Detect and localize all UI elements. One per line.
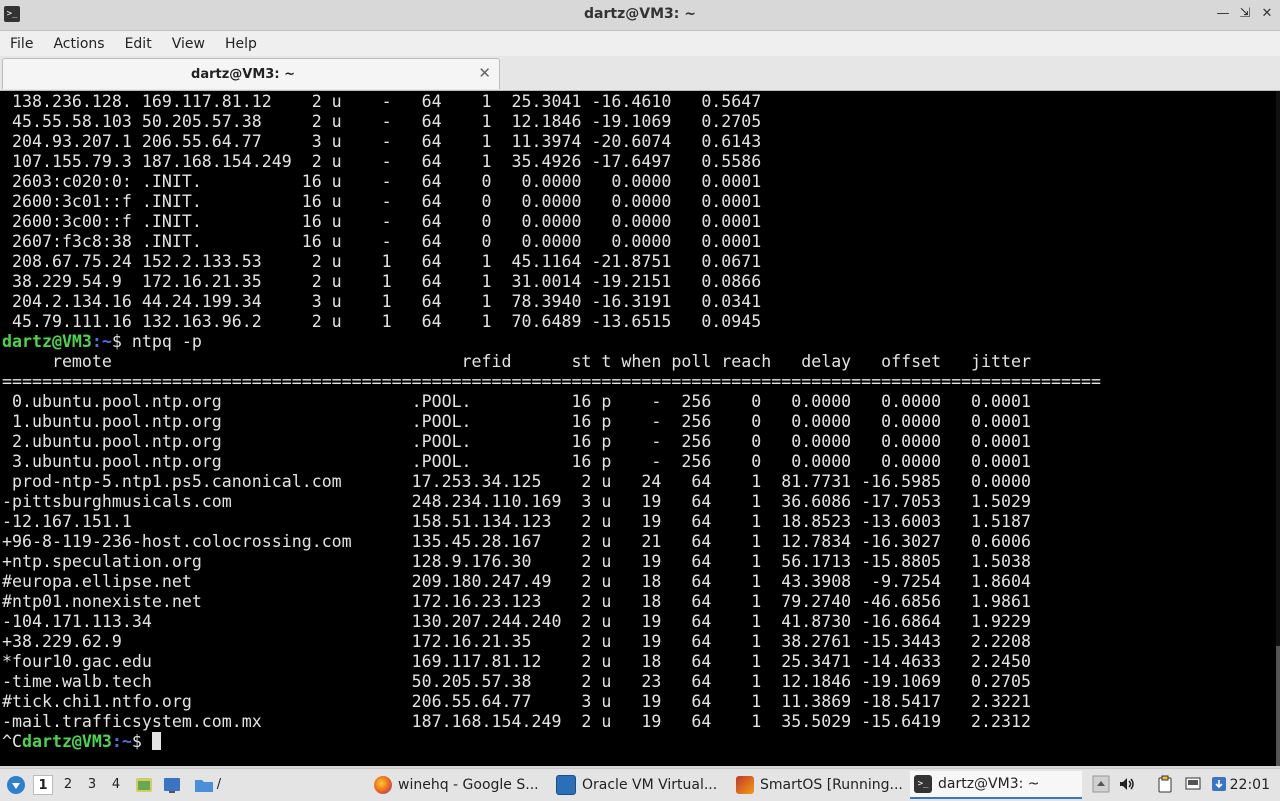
menu-edit[interactable]: Edit — [115, 36, 162, 52]
terminal-line: 3.ubuntu.pool.ntp.org .POOL. 16 p - 256 … — [2, 452, 1031, 471]
smartos-vm-icon — [736, 776, 754, 794]
terminal-line: -mail.trafficsystem.com.mx 187.168.154.2… — [2, 712, 1031, 731]
terminal-line: -time.walb.tech 50.205.57.38 2 u 23 64 1… — [2, 672, 1031, 691]
terminal-line: #tick.chi1.ntfo.org 206.55.64.77 3 u 19 … — [2, 692, 1031, 711]
start-menu-icon[interactable] — [6, 775, 26, 795]
menu-view[interactable]: View — [162, 36, 215, 52]
terminal-line: 2600:3c00::f .INIT. 16 u - 64 0 0.0000 0… — [2, 212, 762, 231]
task-label: SmartOS [Running... — [760, 777, 902, 793]
menu-help[interactable]: Help — [215, 36, 267, 52]
prompt-symbol: $ — [111, 332, 132, 351]
terminal-line: -12.167.151.1 158.51.134.123 2 u 19 64 1… — [2, 512, 1031, 531]
prompt-path: :~ — [91, 332, 112, 351]
terminal-line: 45.79.111.16 132.163.96.2 2 u 1 64 1 70.… — [2, 312, 762, 331]
terminal-icon: >_ — [914, 775, 932, 793]
close-icon[interactable]: ✕ — [1260, 5, 1274, 23]
volume-icon[interactable] — [1118, 775, 1136, 793]
tab-label: dartz@VM3: ~ — [191, 67, 295, 82]
terminal-line: +ntp.speculation.org 128.9.176.30 2 u 19… — [2, 552, 1031, 571]
terminal-line: ========================================… — [2, 372, 1101, 391]
window-title: dartz@VM3: ~ — [584, 6, 696, 22]
task-firefox[interactable]: winehq - Google S... — [370, 771, 540, 799]
terminal-line: +96-8-119-236-host.colocrossing.com 135.… — [2, 532, 1031, 551]
taskbar: 1 2 3 4 / winehq - Google S... Oracle VM… — [0, 768, 1280, 801]
terminal-scrollbar[interactable] — [1276, 91, 1280, 766]
menu-actions[interactable]: Actions — [43, 36, 114, 52]
desktop-1-button[interactable]: 1 — [33, 775, 53, 795]
terminal-text-area[interactable]: 138.236.128. 169.117.81.12 2 u - 64 1 25… — [2, 92, 1272, 766]
task-virtualbox[interactable]: Oracle VM Virtual... — [552, 771, 720, 799]
tab-close-icon[interactable]: ✕ — [478, 64, 491, 82]
terminal-line: 208.67.75.24 152.2.133.53 2 u 1 64 1 45.… — [2, 252, 762, 271]
terminal-line: 2607:f3c8:38 .INIT. 16 u - 64 0 0.0000 0… — [2, 232, 762, 251]
terminal-line: 45.55.58.103 50.205.57.38 2 u - 64 1 12.… — [2, 112, 762, 131]
terminal-line: 2600:3c01::f .INIT. 16 u - 64 0 0.0000 0… — [2, 192, 762, 211]
terminal-output[interactable]: 138.236.128. 169.117.81.12 2 u - 64 1 25… — [0, 91, 1280, 766]
network-icon[interactable] — [1184, 775, 1202, 793]
interrupt-text: ^C — [2, 732, 22, 751]
show-desktop-icon[interactable] — [162, 775, 182, 795]
terminal-line: +38.229.62.9 172.16.21.35 2 u 19 64 1 38… — [2, 632, 1031, 651]
virtualbox-icon — [556, 775, 576, 795]
clock: 22:01 — [1229, 777, 1270, 793]
terminal-line: 204.93.207.1 206.55.64.77 3 u - 64 1 11.… — [2, 132, 762, 151]
update-notifier-icon[interactable] — [1210, 775, 1228, 793]
terminal-line: prod-ntp-5.ntp1.ps5.canonical.com 17.253… — [2, 472, 1031, 491]
task-label: Oracle VM Virtual... — [582, 777, 718, 793]
minimize-icon[interactable]: — — [1216, 5, 1230, 23]
terminal-line: 2.ubuntu.pool.ntp.org .POOL. 16 p - 256 … — [2, 432, 1031, 451]
terminal-line: 107.155.79.3 187.168.154.249 2 u - 64 1 … — [2, 152, 762, 171]
terminal-line: #europa.ellipse.net 209.180.247.49 2 u 1… — [2, 572, 1031, 591]
task-smartos-vm[interactable]: SmartOS [Running... — [732, 771, 902, 799]
prompt-path: :~ — [111, 732, 132, 751]
terminal-line: 138.236.128. 169.117.81.12 2 u - 64 1 25… — [2, 92, 762, 111]
terminal-line: -104.171.113.34 130.207.244.240 2 u 19 6… — [2, 612, 1031, 631]
restore-icon[interactable]: ⇲ — [1238, 5, 1252, 23]
terminal-cursor — [151, 732, 161, 750]
command-text: ntpq -p — [131, 332, 202, 351]
terminal-line: 0.ubuntu.pool.ntp.org .POOL. 16 p - 256 … — [2, 392, 1031, 411]
menu-bar: File Actions Edit View Help — [0, 31, 1280, 56]
terminal-line: 1.ubuntu.pool.ntp.org .POOL. 16 p - 256 … — [2, 412, 1031, 431]
file-manager-icon[interactable] — [134, 775, 154, 795]
terminal-line: 38.229.54.9 172.16.21.35 2 u 1 64 1 31.0… — [2, 272, 762, 291]
terminal-line: remote refid st t when poll reach delay … — [2, 352, 1031, 371]
scrollbar-thumb[interactable] — [1276, 646, 1280, 766]
terminal-line: -pittsburghmusicals.com 248.234.110.169 … — [2, 492, 1031, 511]
terminal-prompt-line: dartz@VM3:~$ ntpq -p — [2, 332, 1272, 352]
firefox-icon — [374, 776, 392, 794]
terminal-prompt-line: ^Cdartz@VM3:~$ — [2, 732, 1272, 752]
folder-path-label[interactable]: / — [212, 775, 226, 795]
prompt-user: dartz@VM3 — [2, 332, 92, 351]
task-label: dartz@VM3: ~ — [938, 776, 1040, 792]
terminal-line: 2603:c020:0: .INIT. 16 u - 64 0 0.0000 0… — [2, 172, 762, 191]
task-label: winehq - Google S... — [398, 777, 539, 793]
clipboard-icon[interactable] — [1156, 775, 1174, 793]
prompt-symbol: $ — [131, 732, 152, 751]
terminal-line: #ntp01.nonexiste.net 172.16.23.123 2 u 1… — [2, 592, 1031, 611]
scroll-up-icon[interactable] — [1092, 775, 1110, 793]
desktop-4-button[interactable]: 4 — [106, 775, 126, 795]
terminal-line: 204.2.134.16 44.24.199.34 3 u 1 64 1 78.… — [2, 292, 762, 311]
menu-file[interactable]: File — [0, 36, 43, 52]
folder-icon[interactable] — [194, 775, 214, 795]
terminal-line: *four10.gac.edu 169.117.81.12 2 u 18 64 … — [2, 652, 1031, 671]
desktop-2-button[interactable]: 2 — [58, 775, 78, 795]
prompt-user: dartz@VM3 — [21, 732, 112, 751]
tab-terminal[interactable]: dartz@VM3: ~ ✕ — [2, 58, 500, 89]
desktop-3-button[interactable]: 3 — [82, 775, 102, 795]
tab-bar: dartz@VM3: ~ ✕ — [0, 56, 1280, 91]
window-titlebar[interactable]: >_ dartz@VM3: ~ — ⇲ ✕ — [0, 0, 1280, 31]
task-terminal[interactable]: >_ dartz@VM3: ~ — [910, 771, 1082, 799]
